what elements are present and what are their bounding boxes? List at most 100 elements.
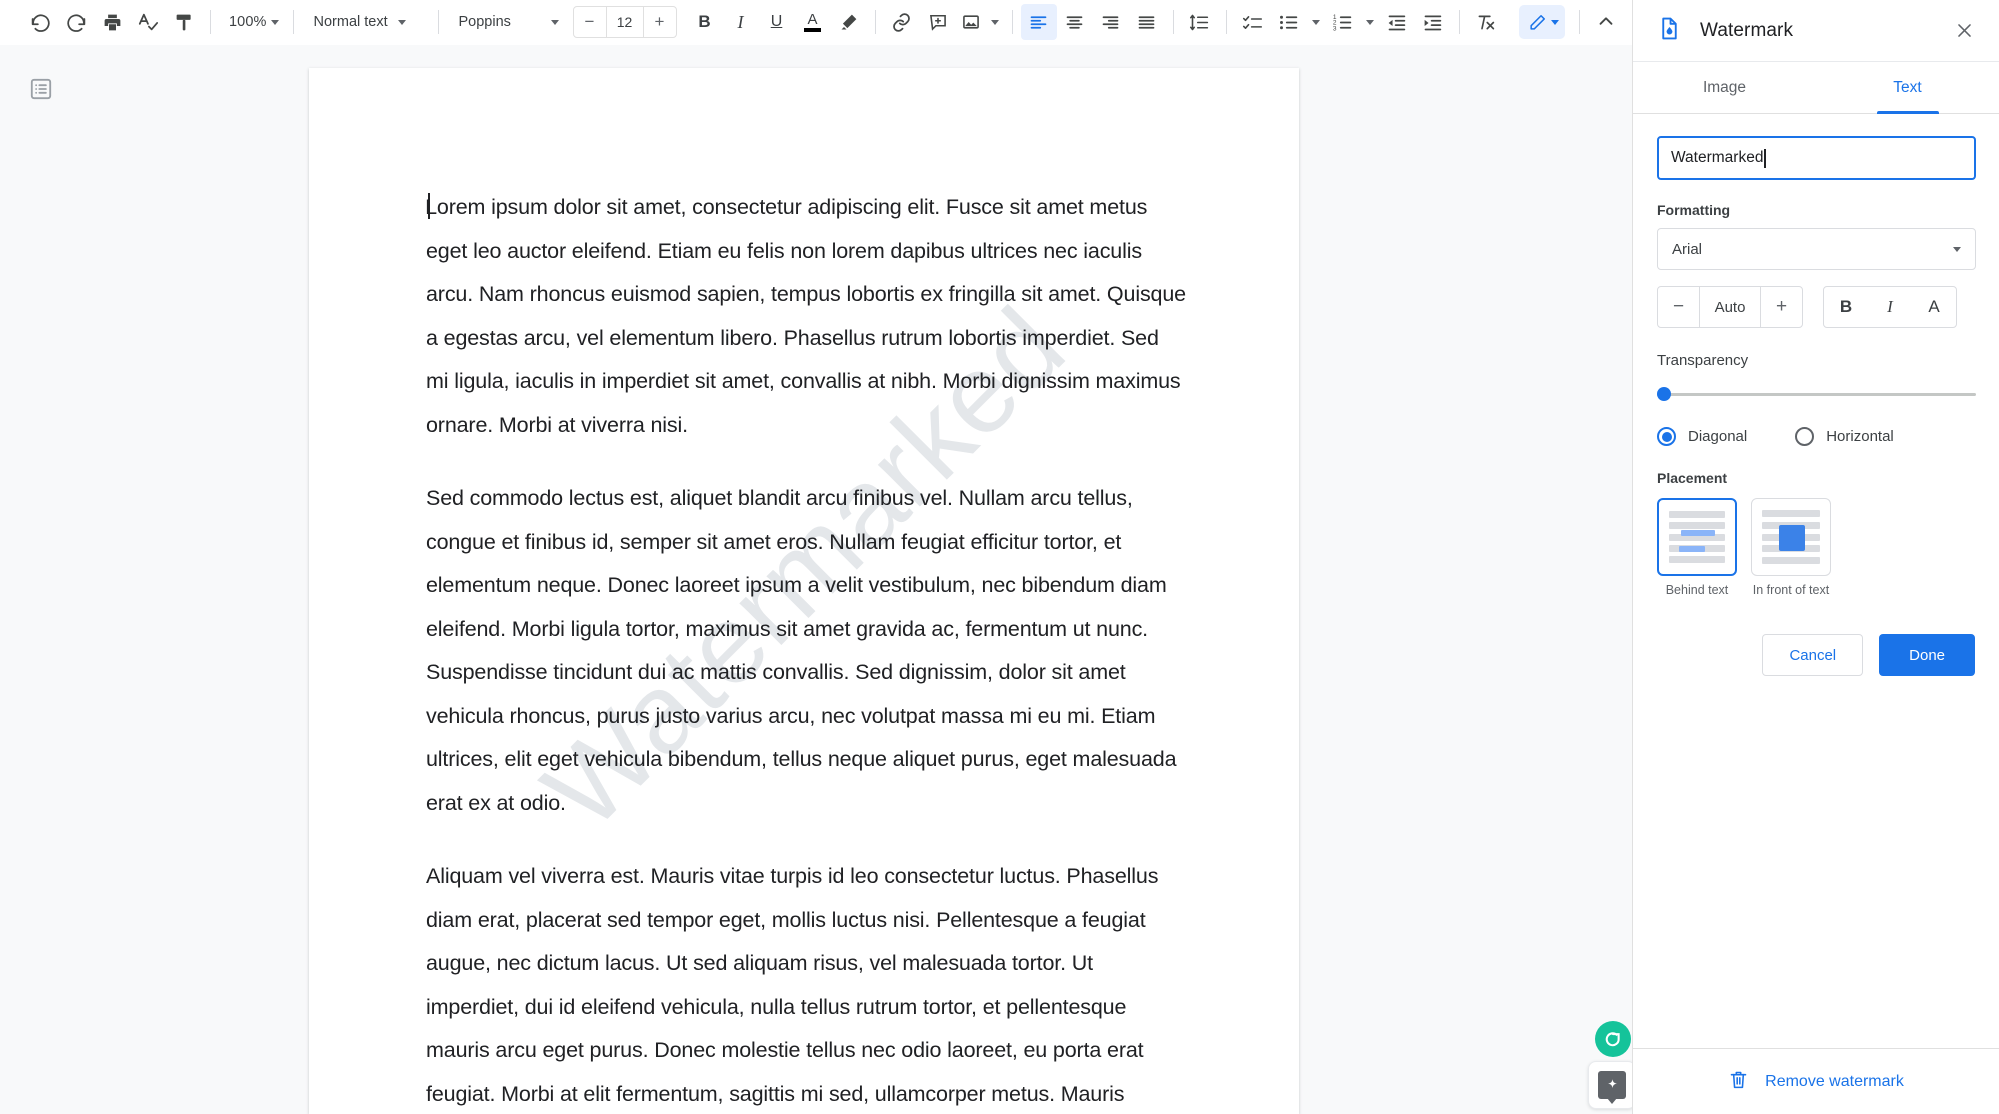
transparency-label: Transparency xyxy=(1657,352,1749,369)
font-size-value[interactable]: 12 xyxy=(605,7,644,37)
orientation-radio-group: Diagonal Horizontal xyxy=(1657,427,1975,446)
highlight-icon[interactable] xyxy=(831,4,867,40)
radio-diagonal[interactable]: Diagonal xyxy=(1657,427,1747,446)
panel-action-buttons: Cancel Done xyxy=(1657,634,1975,676)
close-icon[interactable] xyxy=(1947,14,1981,48)
chevron-down-icon xyxy=(550,19,559,25)
placement-label: Placement xyxy=(1657,470,1728,486)
zoom-value: 100% xyxy=(229,14,267,30)
radio-horizontal[interactable]: Horizontal xyxy=(1795,427,1894,446)
slider-thumb[interactable] xyxy=(1657,387,1671,401)
radio-horizontal-dot xyxy=(1795,427,1815,446)
font-family-dropdown[interactable]: Poppins xyxy=(447,6,565,38)
watermark-text-color-button[interactable]: A xyxy=(1912,287,1956,327)
watermark-bold-button[interactable]: B xyxy=(1824,287,1868,327)
radio-diagonal-label: Diagonal xyxy=(1688,428,1748,445)
chevron-down-icon xyxy=(1311,19,1320,25)
align-center-icon[interactable] xyxy=(1057,4,1093,40)
checklist-icon[interactable] xyxy=(1235,4,1271,40)
font-size-increase-button[interactable]: + xyxy=(644,7,676,37)
document-area: 100% Normal text Poppins − 12 + B I U A … xyxy=(0,0,1636,1114)
increase-indent-icon[interactable] xyxy=(1415,4,1451,40)
align-justify-icon[interactable] xyxy=(1129,4,1165,40)
done-button[interactable]: Done xyxy=(1879,634,1975,676)
paragraph-style-value: Normal text xyxy=(313,14,388,30)
paint-format-icon[interactable] xyxy=(166,4,202,40)
watermark-text-input[interactable]: Watermarked xyxy=(1657,136,1976,180)
sparkle-icon xyxy=(1598,1071,1626,1104)
print-icon[interactable] xyxy=(94,4,130,40)
size-increase-button[interactable]: + xyxy=(1761,287,1802,327)
numbered-list-icon[interactable]: 1 2 3 xyxy=(1325,4,1361,40)
line-spacing-icon[interactable] xyxy=(1182,4,1218,40)
toolbar-divider xyxy=(1225,10,1227,34)
placement-behind-text[interactable]: Behind text xyxy=(1657,498,1737,598)
watermark-size-stepper[interactable]: − Auto + xyxy=(1657,286,1803,328)
google-docs-window: 100% Normal text Poppins − 12 + B I U A … xyxy=(0,0,1999,1114)
numbered-list-dropdown[interactable] xyxy=(1361,4,1379,40)
chevron-down-icon[interactable] xyxy=(1551,19,1559,25)
transparency-slider[interactable] xyxy=(1657,383,1976,405)
paragraph-2[interactable]: Sed commodo lectus est, aliquet blandit … xyxy=(426,477,1186,825)
placement-in-front-of-text[interactable]: In front of text xyxy=(1751,498,1831,598)
placement-front-label: In front of text xyxy=(1752,583,1830,597)
italic-button[interactable]: I xyxy=(723,4,759,40)
bold-button[interactable]: B xyxy=(687,4,723,40)
size-value[interactable]: Auto xyxy=(1699,287,1761,327)
panel-tabs: Image Text xyxy=(1633,62,1999,114)
undo-icon[interactable] xyxy=(22,4,58,40)
spellcheck-icon[interactable] xyxy=(130,4,166,40)
text-color-label: A xyxy=(807,11,818,28)
bulleted-list-icon[interactable] xyxy=(1271,4,1307,40)
underline-label: U xyxy=(770,13,783,30)
toolbar: 100% Normal text Poppins − 12 + B I U A … xyxy=(0,0,1632,45)
underline-button[interactable]: U xyxy=(759,4,795,40)
toolbar-divider xyxy=(874,10,876,34)
radio-diagonal-dot xyxy=(1657,427,1676,446)
cancel-button[interactable]: Cancel xyxy=(1762,634,1864,676)
redo-icon[interactable] xyxy=(58,4,94,40)
editing-mode-control[interactable] xyxy=(1519,5,1565,39)
font-size-stepper[interactable]: − 12 + xyxy=(572,6,677,38)
watermark-panel: Watermark Image Text Watermarked Formatt… xyxy=(1632,0,1999,1114)
add-comment-icon[interactable] xyxy=(920,4,956,40)
paragraph-style-dropdown[interactable]: Normal text xyxy=(302,6,430,38)
toolbar-divider xyxy=(1458,10,1460,34)
document-text-body[interactable]: Lorem ipsum dolor sit amet, consectetur … xyxy=(425,186,1186,1114)
grammarly-button[interactable] xyxy=(1595,1021,1631,1057)
panel-body: Watermarked Formatting Arial − Auto + B … xyxy=(1633,114,1999,676)
text-color-button[interactable]: A xyxy=(795,4,831,40)
radio-horizontal-label: Horizontal xyxy=(1826,428,1894,445)
zoom-control[interactable]: 100% xyxy=(219,6,285,38)
tab-image[interactable]: Image xyxy=(1633,62,1816,113)
input-cursor xyxy=(1764,148,1766,168)
watermark-italic-button[interactable]: I xyxy=(1868,287,1912,327)
tab-text[interactable]: Text xyxy=(1816,62,1999,113)
align-left-icon[interactable] xyxy=(1020,4,1057,40)
chevron-down-icon xyxy=(397,19,406,25)
trash-icon xyxy=(1728,1069,1749,1095)
bulleted-list-dropdown[interactable] xyxy=(1307,4,1325,40)
paragraph-1[interactable]: Lorem ipsum dolor sit amet, consectetur … xyxy=(425,186,1186,447)
remove-watermark-button[interactable]: Remove watermark xyxy=(1633,1048,1999,1114)
insert-image-icon[interactable] xyxy=(956,4,986,40)
ai-assistant-button[interactable] xyxy=(1588,1061,1636,1109)
collapse-toolbar-button[interactable] xyxy=(1588,4,1624,40)
font-size-decrease-button[interactable]: − xyxy=(574,7,606,37)
paragraph-1-text: Lorem ipsum dolor sit amet, consectetur … xyxy=(425,195,1186,437)
clear-formatting-icon[interactable] xyxy=(1468,4,1504,40)
toolbar-divider xyxy=(1011,10,1013,34)
text-color-swatch xyxy=(804,28,821,32)
align-right-icon[interactable] xyxy=(1093,4,1129,40)
bold-label: B xyxy=(698,12,711,31)
link-icon[interactable] xyxy=(884,4,920,40)
decrease-indent-icon[interactable] xyxy=(1379,4,1415,40)
paragraph-3[interactable]: Aliquam vel viverra est. Mauris vitae tu… xyxy=(426,855,1186,1114)
show-outline-button[interactable] xyxy=(14,62,68,116)
insert-image-dropdown[interactable] xyxy=(986,4,1004,40)
watermark-font-dropdown[interactable]: Arial xyxy=(1657,228,1976,270)
pencil-icon[interactable] xyxy=(1523,8,1551,36)
document-page[interactable]: Watermarked Lorem ipsum dolor sit amet, … xyxy=(309,68,1299,1114)
size-decrease-button[interactable]: − xyxy=(1658,287,1699,327)
italic-label: I xyxy=(737,11,744,32)
